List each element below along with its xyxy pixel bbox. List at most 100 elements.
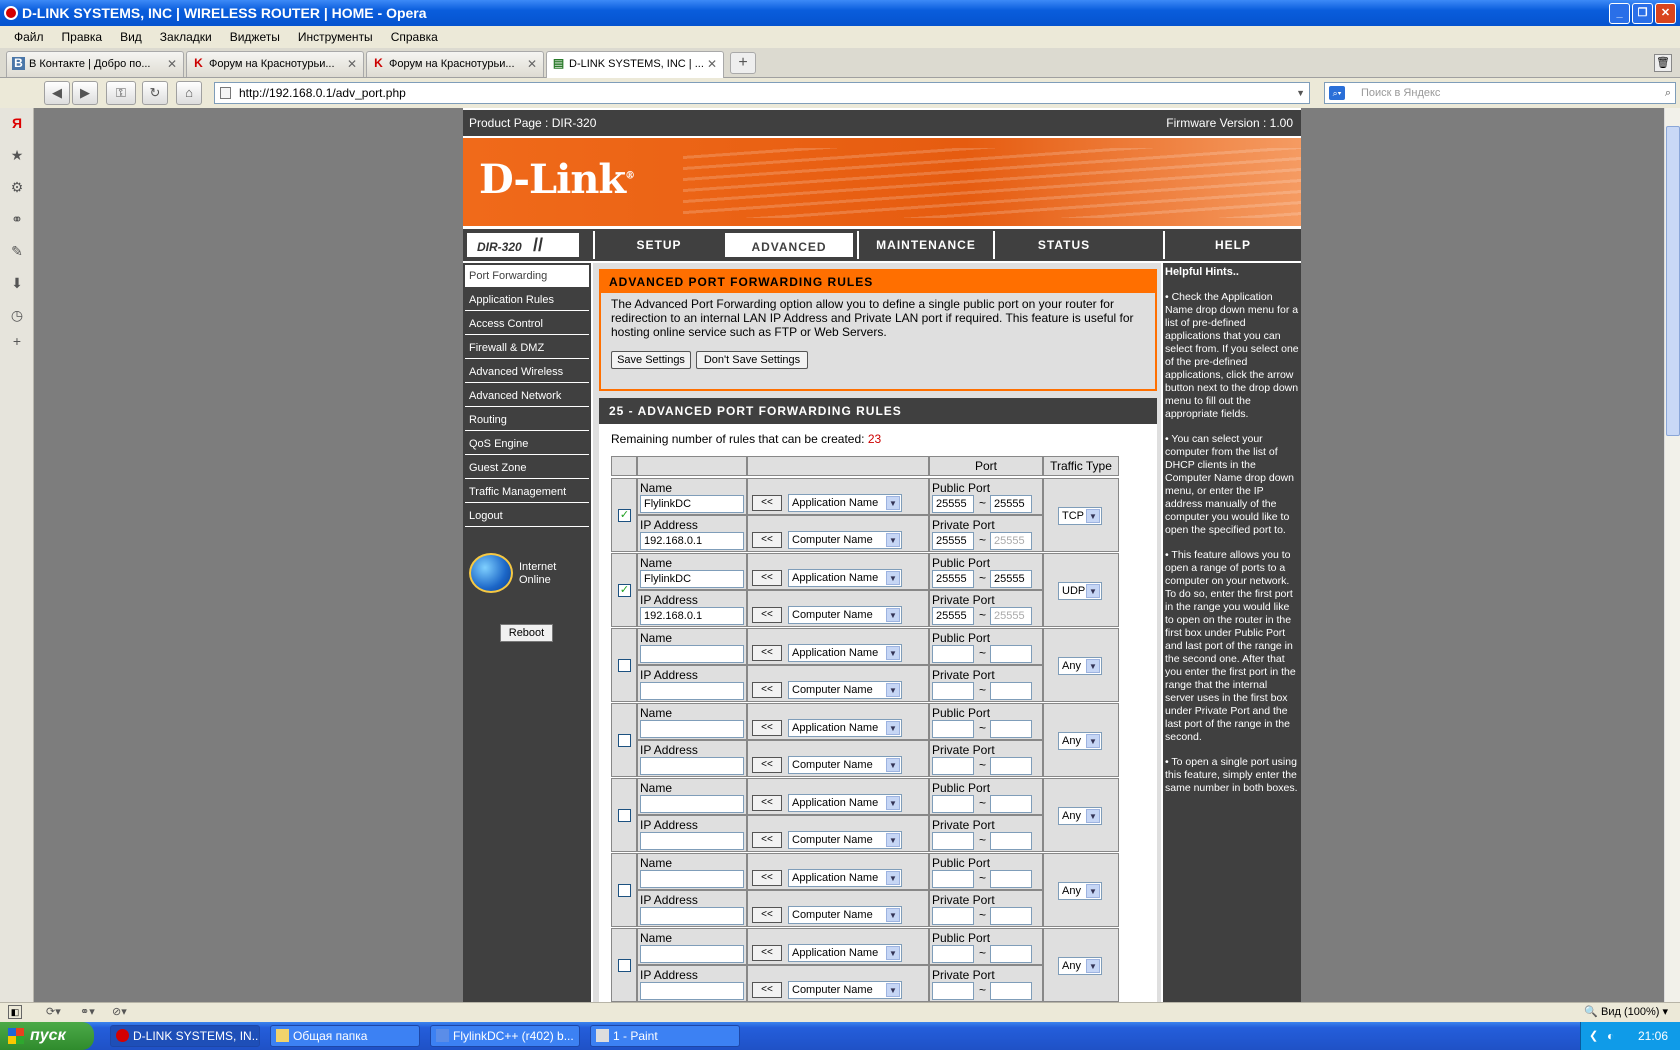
home-icon[interactable]: ⌂	[176, 81, 202, 105]
name-input[interactable]	[640, 870, 744, 888]
traffic-type-select[interactable]: Any ▼	[1058, 657, 1102, 675]
vertical-scrollbar[interactable]	[1664, 108, 1680, 1002]
menu-port-forwarding[interactable]: Port Forwarding	[465, 265, 589, 287]
scrollbar-thumb[interactable]	[1666, 126, 1680, 436]
new-tab-button[interactable]: +	[730, 52, 756, 74]
copy-app-button[interactable]: <<	[752, 495, 782, 511]
name-input[interactable]	[640, 720, 744, 738]
save-settings-button[interactable]: Save Settings	[611, 351, 691, 369]
rule-enable-checkbox[interactable]: ✓	[618, 584, 631, 597]
computer-name-select[interactable]: Computer Name ▼	[788, 981, 902, 999]
maximize-icon[interactable]: ❐	[1632, 3, 1653, 24]
private-port-start-input[interactable]	[932, 682, 974, 700]
menu-widgets[interactable]: Виджеты	[222, 30, 288, 44]
application-name-select[interactable]: Application Name ▼	[788, 644, 902, 662]
public-port-start-input[interactable]	[932, 720, 974, 738]
menu-guest-zone[interactable]: Guest Zone	[465, 457, 589, 479]
unite-icon[interactable]: ⚭	[8, 210, 26, 228]
computer-name-select[interactable]: Computer Name ▼	[788, 681, 902, 699]
private-port-start-input[interactable]: 25555	[932, 532, 974, 550]
panel-toggle-icon[interactable]: ◧	[8, 1005, 22, 1019]
tab-forum-1[interactable]: K Форум на Краснотурьи... ✕	[186, 51, 364, 77]
menu-logout[interactable]: Logout	[465, 505, 589, 527]
menu-tools[interactable]: Инструменты	[290, 30, 381, 44]
tab-dlink[interactable]: ▤ D-LINK SYSTEMS, INC | ... ✕	[546, 51, 724, 78]
back-icon[interactable]: ◀	[44, 81, 70, 105]
private-port-start-input[interactable]	[932, 982, 974, 1000]
tab-setup[interactable]: SETUP	[593, 231, 723, 259]
application-name-select[interactable]: Application Name ▼	[788, 719, 902, 737]
application-name-select[interactable]: Application Name ▼	[788, 569, 902, 587]
rule-enable-checkbox[interactable]	[618, 959, 631, 972]
dont-save-settings-button[interactable]: Don't Save Settings	[696, 351, 808, 369]
copy-app-button[interactable]: <<	[752, 795, 782, 811]
menu-qos-engine[interactable]: QoS Engine	[465, 433, 589, 455]
rule-enable-checkbox[interactable]: ✓	[618, 509, 631, 522]
ip-input[interactable]: 192.168.0.1	[640, 532, 744, 550]
menu-help[interactable]: Справка	[383, 30, 446, 44]
copy-computer-button[interactable]: <<	[752, 982, 782, 998]
ip-input[interactable]	[640, 907, 744, 925]
copy-computer-button[interactable]: <<	[752, 682, 782, 698]
address-bar[interactable]: http://192.168.0.1/adv_port.php ▼	[214, 82, 1310, 104]
public-port-end-input[interactable]	[990, 795, 1032, 813]
computer-name-select[interactable]: Computer Name ▼	[788, 831, 902, 849]
menu-application-rules[interactable]: Application Rules	[465, 289, 589, 311]
public-port-start-input[interactable]	[932, 795, 974, 813]
reload-icon[interactable]: ↻	[142, 81, 168, 105]
start-button[interactable]: пуск	[0, 1022, 94, 1050]
copy-app-button[interactable]: <<	[752, 570, 782, 586]
search-engine-icon[interactable]: ⌕▾	[1329, 86, 1345, 100]
name-input[interactable]	[640, 645, 744, 663]
tab-status[interactable]: STATUS	[993, 231, 1133, 259]
downloads-icon[interactable]: ⬇	[8, 274, 26, 292]
notes-icon[interactable]: ✎	[8, 242, 26, 260]
public-port-start-input[interactable]: 25555	[932, 495, 974, 513]
tab-close-icon[interactable]: ✕	[167, 52, 177, 76]
turbo-icon[interactable]: ⊘▾	[112, 1003, 127, 1022]
menu-firewall-dmz[interactable]: Firewall & DMZ	[465, 337, 589, 359]
task-paint[interactable]: 1 - Paint	[590, 1025, 740, 1047]
tray-arrow-icon[interactable]: ❮	[1589, 1022, 1598, 1050]
ip-input[interactable]: 192.168.0.1	[640, 607, 744, 625]
tab-vkontakte[interactable]: В В Контакте | Добро по... ✕	[6, 51, 184, 77]
menu-traffic-management[interactable]: Traffic Management	[465, 481, 589, 503]
menu-edit[interactable]: Правка	[54, 30, 111, 44]
add-panel-icon[interactable]: +	[8, 332, 26, 350]
unite-status-icon[interactable]: ⚭▾	[80, 1003, 95, 1022]
menu-routing[interactable]: Routing	[465, 409, 589, 431]
computer-name-select[interactable]: Computer Name ▼	[788, 531, 902, 549]
traffic-type-select[interactable]: Any ▼	[1058, 957, 1102, 975]
minimize-icon[interactable]: _	[1609, 3, 1630, 24]
zoom-indicator[interactable]: 🔍 Вид (100%) ▾	[1584, 1003, 1668, 1022]
task-shared-folder[interactable]: Общая папка	[270, 1025, 420, 1047]
copy-app-button[interactable]: <<	[752, 945, 782, 961]
rule-enable-checkbox[interactable]	[618, 734, 631, 747]
task-opera[interactable]: D-LINK SYSTEMS, IN...	[110, 1025, 260, 1047]
menu-advanced-network[interactable]: Advanced Network	[465, 385, 589, 407]
copy-app-button[interactable]: <<	[752, 720, 782, 736]
copy-computer-button[interactable]: <<	[752, 532, 782, 548]
computer-name-select[interactable]: Computer Name ▼	[788, 606, 902, 624]
widgets-icon[interactable]: ⚙	[8, 178, 26, 196]
private-port-start-input[interactable]	[932, 907, 974, 925]
copy-computer-button[interactable]: <<	[752, 757, 782, 773]
reboot-button[interactable]: Reboot	[500, 624, 553, 642]
application-name-select[interactable]: Application Name ▼	[788, 869, 902, 887]
search-input[interactable]: ⌕▾ Поиск в Яндекс ⌕	[1324, 82, 1676, 104]
copy-app-button[interactable]: <<	[752, 645, 782, 661]
menu-access-control[interactable]: Access Control	[465, 313, 589, 335]
tab-help[interactable]: HELP	[1163, 231, 1301, 259]
rule-enable-checkbox[interactable]	[618, 884, 631, 897]
public-port-end-input[interactable]: 25555	[990, 495, 1032, 513]
name-input[interactable]: FlylinkDC	[640, 570, 744, 588]
name-input[interactable]: FlylinkDC	[640, 495, 744, 513]
tab-close-icon[interactable]: ✕	[707, 52, 717, 76]
rule-enable-checkbox[interactable]	[618, 809, 631, 822]
chevron-down-icon[interactable]: ▼	[1296, 83, 1305, 103]
bookmarks-icon[interactable]: ★	[8, 146, 26, 164]
copy-computer-button[interactable]: <<	[752, 907, 782, 923]
public-port-end-input[interactable]	[990, 870, 1032, 888]
trash-icon[interactable]: 🗑	[1654, 54, 1672, 72]
public-port-end-input[interactable]	[990, 720, 1032, 738]
